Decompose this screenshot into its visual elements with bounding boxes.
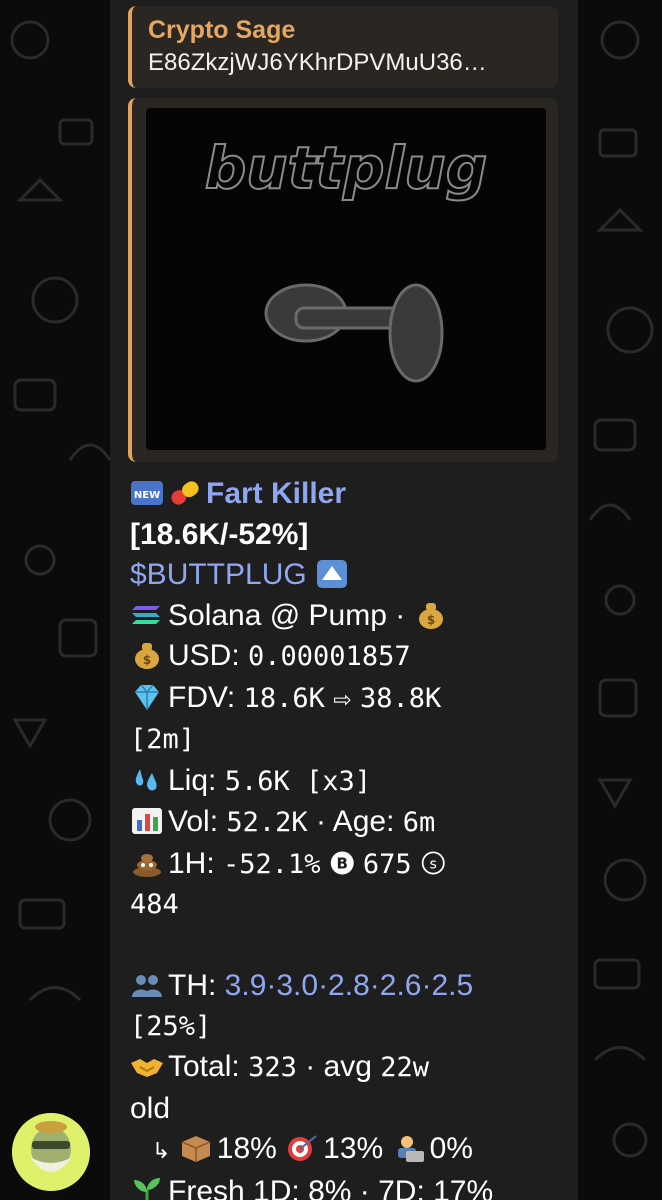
- hour-change-line: 1H: -52.1% B 675 s: [130, 844, 570, 886]
- handshake-icon: [131, 1059, 163, 1077]
- fdv-value: 18.6K: [243, 682, 325, 714]
- age-label: · Age:: [316, 805, 395, 838]
- fresh-1d-value: 8%: [308, 1174, 352, 1200]
- token-ticker[interactable]: $BUTTPLUG: [130, 558, 307, 591]
- chain-text: Solana @ Pump ·: [168, 598, 406, 632]
- th-percent: [25%]: [130, 1010, 212, 1042]
- sells-count: 484: [130, 889, 179, 920]
- chain-line: Solana @ Pump · $: [130, 596, 570, 637]
- sub-value-1: 18%: [216, 1132, 277, 1165]
- sub-value-3: 0%: [429, 1132, 473, 1165]
- fdv-line: FDV: 18.6K ⇨ 38.8K: [130, 678, 570, 721]
- poop-icon: [133, 853, 161, 877]
- th-label: TH:: [168, 969, 217, 1002]
- reply-quote[interactable]: Crypto Sage E86ZkzjWJ6YKhrDPVMuU36…: [128, 6, 558, 88]
- h1-value: -52.1%: [223, 848, 321, 880]
- money-bag-icon: $: [418, 602, 443, 629]
- usd-value: 0.00001857: [248, 641, 411, 672]
- svg-text:$: $: [426, 613, 434, 627]
- gem-icon: [135, 684, 159, 710]
- total-label: Total:: [168, 1050, 240, 1083]
- media-preview[interactable]: buttplug: [128, 98, 558, 462]
- token-name-line: NEW Fart Killer: [130, 474, 570, 515]
- solana-icon: [132, 605, 160, 624]
- avg-value: 22w: [380, 1052, 430, 1083]
- technologist-icon: [397, 1136, 424, 1162]
- up-button-icon: [317, 560, 348, 588]
- fdv-arrow: ⇨: [333, 686, 352, 712]
- token-details: NEW Fart Killer [18.6K/-52%] $BUTTPLUG So…: [130, 474, 570, 1200]
- seedling-icon: [134, 1177, 160, 1200]
- token-logo-graphic: buttplug: [204, 133, 488, 383]
- h1-label: 1H:: [168, 846, 215, 880]
- ticker-line: $BUTTPLUG: [130, 555, 570, 596]
- target-icon: [288, 1135, 317, 1161]
- fresh-7d-value: 17%: [433, 1174, 494, 1200]
- reply-sender: Crypto Sage: [148, 16, 296, 44]
- usd-price-line: $ USD: 0.00001857: [130, 636, 570, 678]
- fresh-line: Fresh 1D: 8% · 7D: 17%: [130, 1172, 570, 1200]
- fresh-7d-label: · 7D:: [359, 1174, 425, 1200]
- holder-breakdown-line: ↳ 18% 13% 0%: [130, 1129, 570, 1172]
- th-values[interactable]: 3.9·3.0·2.8·2.6·2.5: [225, 969, 473, 1002]
- logo-text: buttplug: [205, 134, 487, 202]
- age-value: 6m: [402, 807, 436, 838]
- sender-avatar[interactable]: [12, 1113, 90, 1191]
- new-badge-icon: NEW: [131, 481, 163, 505]
- avg-label: · avg: [305, 1050, 372, 1083]
- fdv-ath: 38.8K: [359, 682, 442, 714]
- svg-text:s: s: [430, 856, 437, 872]
- vol-label: Vol:: [168, 805, 219, 838]
- total-value: 323: [248, 1052, 297, 1083]
- svg-text:$: $: [143, 653, 151, 667]
- avatar-image: [12, 1113, 90, 1191]
- svg-text:B: B: [336, 854, 347, 872]
- fdv-label: FDV:: [168, 680, 236, 714]
- pill-icon: [171, 481, 199, 505]
- fdv-time: [2m]: [130, 724, 196, 755]
- bar-chart-icon: [132, 808, 162, 834]
- liquidity-line: Liq: 5.6K [x3]: [130, 761, 570, 803]
- sub-arrow: ↳: [152, 1138, 171, 1163]
- usd-label: USD:: [168, 639, 240, 672]
- token-image[interactable]: buttplug: [146, 108, 546, 450]
- mcap-change: [18.6K/-52%]: [130, 517, 309, 551]
- circled-s-icon: s: [421, 851, 445, 874]
- circled-b-icon: B: [330, 851, 354, 874]
- money-bag-icon: $: [135, 643, 159, 669]
- buys-count: 675: [362, 848, 412, 880]
- package-icon: [181, 1136, 211, 1162]
- avg-continuation: old: [130, 1091, 171, 1125]
- fresh-label: Fresh 1D:: [168, 1174, 300, 1200]
- top-holders-line: TH: 3.9·3.0·2.8·2.6·2.5: [130, 966, 570, 1007]
- liq-label: Liq:: [168, 763, 217, 797]
- token-name[interactable]: Fart Killer: [206, 477, 346, 510]
- people-icon: [132, 975, 162, 997]
- sub-value-2: 13%: [323, 1132, 384, 1165]
- reply-text: E86ZkzjWJ6YKhrDPVMuU36…: [148, 49, 487, 76]
- liq-value: 5.6K [x3]: [224, 765, 372, 797]
- vol-value: 52.2K: [226, 807, 308, 838]
- droplets-icon: [135, 768, 157, 790]
- message-bubble: Crypto Sage E86ZkzjWJ6YKhrDPVMuU36… butt…: [110, 0, 578, 1200]
- volume-line: Vol: 52.2K · Age: 6m: [130, 802, 570, 844]
- svg-text:NEW: NEW: [134, 490, 160, 501]
- holders-total-line: Total: 323 · avg 22w: [130, 1047, 570, 1089]
